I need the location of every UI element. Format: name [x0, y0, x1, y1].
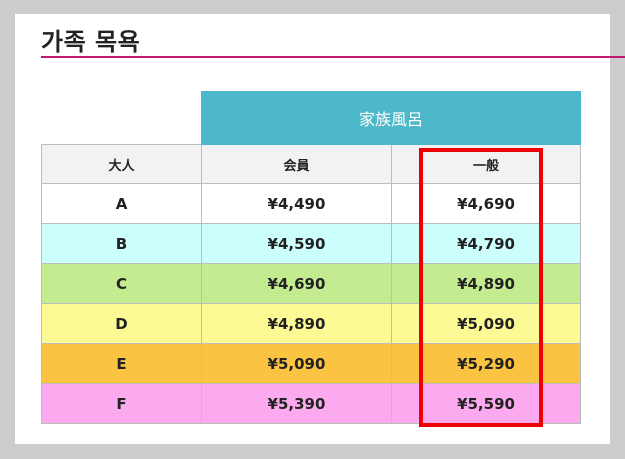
- member-price: ¥5,390: [201, 383, 392, 424]
- general-price: ¥5,590: [390, 383, 582, 424]
- table-row: D ¥4,890 ¥5,090: [41, 303, 582, 344]
- row-label: D: [41, 303, 202, 344]
- member-price: ¥4,590: [201, 223, 392, 264]
- column-header-row: 大人 会員 一般: [41, 144, 582, 184]
- table-row: A ¥4,490 ¥4,690: [41, 183, 582, 224]
- general-price: ¥4,690: [390, 183, 582, 224]
- column-header-member: 会員: [201, 144, 392, 184]
- row-label: A: [41, 183, 202, 224]
- title-divider: [41, 56, 625, 58]
- member-price: ¥4,490: [201, 183, 392, 224]
- table-row: B ¥4,590 ¥4,790: [41, 223, 582, 264]
- group-header-row: 家族風呂: [42, 91, 582, 145]
- member-price: ¥5,090: [201, 343, 392, 384]
- row-label: C: [41, 263, 202, 304]
- row-label: F: [41, 383, 202, 424]
- table-row: C ¥4,690 ¥4,890: [41, 263, 582, 304]
- general-price: ¥5,290: [390, 343, 582, 384]
- general-price: ¥5,090: [390, 303, 582, 344]
- row-label: E: [41, 343, 202, 384]
- member-price: ¥4,890: [201, 303, 392, 344]
- general-price: ¥4,790: [390, 223, 582, 264]
- content-panel: 가족 목욕 家族風呂 大人 会員 一般 A ¥4,490 ¥4,690 B ¥4…: [15, 14, 625, 444]
- column-header-general: 一般: [390, 144, 582, 184]
- table-row: E ¥5,090 ¥5,290: [41, 343, 582, 384]
- page-title: 가족 목욕: [41, 28, 141, 56]
- general-price: ¥4,890: [390, 263, 582, 304]
- table-row: F ¥5,390 ¥5,590: [41, 383, 582, 424]
- blank-corner-cell: [42, 92, 202, 145]
- row-label: B: [41, 223, 202, 264]
- group-header-family-bath: 家族風呂: [200, 91, 582, 145]
- member-price: ¥4,690: [201, 263, 392, 304]
- price-table: 家族風呂 大人 会員 一般 A ¥4,490 ¥4,690 B ¥4,590 ¥…: [41, 91, 582, 424]
- column-header-adult: 大人: [41, 144, 202, 184]
